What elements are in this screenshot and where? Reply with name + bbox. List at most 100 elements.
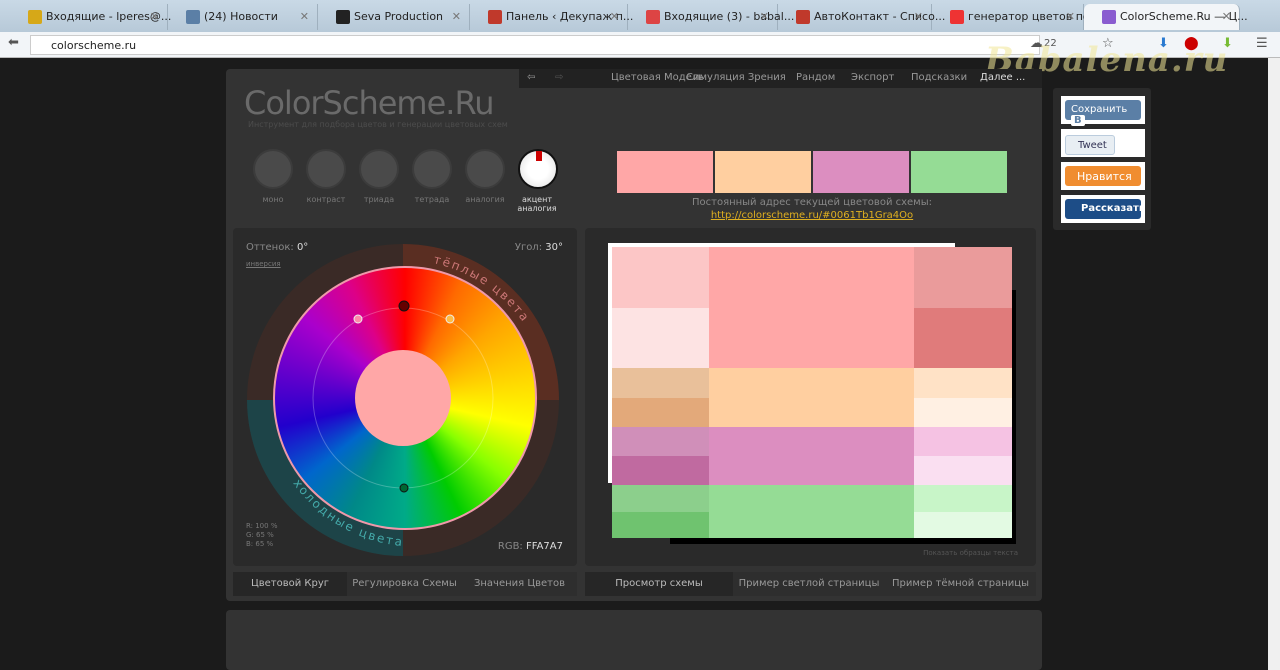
subtitle: Инструмент для подбора цветов и генераци… xyxy=(248,120,508,129)
tab-title: Seva Production xyxy=(354,10,444,23)
preview-cell xyxy=(612,456,709,485)
close-tab-icon[interactable]: ✕ xyxy=(1222,10,1231,23)
tab-scheme-adjust[interactable]: Регулировка Схемы xyxy=(347,572,462,596)
mode-label[interactable]: контраст xyxy=(296,195,356,204)
preview-cell xyxy=(612,512,709,538)
color-swatch[interactable] xyxy=(617,151,713,193)
preview-cell xyxy=(914,308,1012,368)
mode-4-icon[interactable] xyxy=(465,149,505,189)
favicon-icon xyxy=(186,10,200,24)
preview-cell xyxy=(914,456,1012,485)
url-input[interactable]: colorscheme.ru xyxy=(30,35,1040,55)
favicon-icon xyxy=(488,10,502,24)
mode-3-icon[interactable] xyxy=(412,149,452,189)
nav-export[interactable]: Экспорт xyxy=(851,72,894,83)
tab-color-wheel[interactable]: Цветовой Круг xyxy=(233,572,347,596)
color-wheel-panel: Оттенок: 0° Угол: 30° инверсия тёплые цв… xyxy=(233,228,577,566)
rgb-percent: R: 100 % G: 65 % B: 65 % xyxy=(246,522,278,548)
browser-tab[interactable]: Панель ‹ Декупаж п... ✕ xyxy=(470,4,633,30)
color-handle xyxy=(445,314,455,324)
close-tab-icon[interactable]: ✕ xyxy=(914,10,923,23)
preview-cell xyxy=(914,427,1012,456)
mode-0-icon[interactable] xyxy=(253,149,293,189)
nav-random[interactable]: Рандом xyxy=(796,72,835,83)
close-tab-icon[interactable]: ✕ xyxy=(1066,10,1075,23)
mode-5-icon[interactable] xyxy=(518,149,558,189)
tab-dark-page[interactable]: Пример тёмной страницы xyxy=(885,572,1036,596)
permalink-label: Постоянный адрес текущей цветовой схемы: xyxy=(691,197,932,208)
permalink-link[interactable]: http://colorscheme.ru/#0061Tb1Gra4Oo xyxy=(617,210,1007,221)
favicon-icon xyxy=(796,10,810,24)
mail-share-button[interactable]: Рассказать xyxy=(1061,195,1145,223)
mode-label[interactable]: аналогия xyxy=(455,195,515,204)
close-tab-icon[interactable]: ✕ xyxy=(150,10,159,23)
browser-tab[interactable]: АвтоКонтакт - Списо... ✕ xyxy=(778,4,945,30)
ok-like-button[interactable]: Нравится xyxy=(1061,162,1145,190)
browser-tab[interactable]: Seva Production ✕ xyxy=(318,4,470,30)
browser-tab[interactable]: Входящие - lperes@... ✕ xyxy=(10,4,171,30)
close-tab-icon[interactable]: ✕ xyxy=(452,10,461,23)
browser-tab-bar: Входящие - lperes@... ✕ (24) Новости ✕ Seva … xyxy=(0,0,1280,32)
preview-cell xyxy=(914,368,1012,398)
back-icon[interactable]: ⬅ xyxy=(8,35,19,50)
preview-cell xyxy=(612,485,709,512)
preview-cell xyxy=(709,427,914,485)
favicon-icon xyxy=(336,10,350,24)
tab-color-values[interactable]: Значения Цветов xyxy=(462,572,577,596)
preview-cell xyxy=(612,427,709,456)
close-tab-icon[interactable]: ✕ xyxy=(300,10,309,23)
color-handle-accent xyxy=(399,483,409,493)
nav-more[interactable]: Далее ... xyxy=(980,72,1025,83)
redo-icon[interactable]: ⇨ xyxy=(555,72,563,83)
center-color xyxy=(355,350,451,446)
show-text-samples[interactable]: Показать образцы текста xyxy=(923,549,1018,557)
close-tab-icon[interactable]: ✕ xyxy=(760,10,769,23)
tab-light-page[interactable]: Пример светлой страницы xyxy=(733,572,885,596)
tab-scheme-view[interactable]: Просмотр схемы xyxy=(585,572,733,596)
browser-tab[interactable]: (24) Новости ✕ xyxy=(168,4,318,30)
tab-title: АвтоКонтакт - Списо... xyxy=(814,10,946,23)
color-wheel[interactable]: тёплые цвета холодные цвета xyxy=(233,228,577,566)
undo-icon[interactable]: ⇦ xyxy=(527,72,535,83)
preview-cell xyxy=(709,485,914,538)
url-text: colorscheme.ru xyxy=(51,39,137,52)
permalink: Постоянный адрес текущей цветовой схемы:… xyxy=(617,197,1007,221)
mode-label[interactable]: триада xyxy=(349,195,409,204)
preview-cell xyxy=(914,512,1012,538)
preview-cell xyxy=(709,247,914,368)
favicon-icon xyxy=(1102,10,1116,24)
preview-cell xyxy=(612,308,709,368)
favicon-icon xyxy=(646,10,660,24)
color-swatch[interactable] xyxy=(813,151,909,193)
color-handle xyxy=(353,314,363,324)
close-tab-icon[interactable]: ✕ xyxy=(610,10,619,23)
preview-cell xyxy=(612,398,709,427)
mode-label[interactable]: моно xyxy=(243,195,303,204)
color-swatch[interactable] xyxy=(715,151,811,193)
nav-hints[interactable]: Подсказки xyxy=(911,72,967,83)
preview-cell xyxy=(612,247,709,308)
scrollbar[interactable] xyxy=(1268,58,1280,670)
browser-tab[interactable]: Входящие (3) - babal... ✕ xyxy=(628,4,794,30)
nav-vision-sim[interactable]: Симуляция Зрения xyxy=(686,72,786,83)
logo[interactable]: ColorScheme.Ru xyxy=(244,84,495,122)
menu-icon[interactable]: ☰ xyxy=(1256,36,1268,51)
tab-title: Входящие (3) - babal... xyxy=(664,10,795,23)
preview-cell xyxy=(612,368,709,398)
tweet-button[interactable]: Tweet531 xyxy=(1061,129,1145,173)
mode-1-icon[interactable] xyxy=(306,149,346,189)
favicon-icon xyxy=(950,10,964,24)
browser-tab[interactable]: ColorScheme.Ru — Ц... ✕ xyxy=(1084,4,1248,30)
color-handle-main xyxy=(398,300,410,312)
mode-label[interactable]: тетрада xyxy=(402,195,462,204)
rgb-readout: RGB: FFA7A7 xyxy=(497,541,563,552)
top-nav: ⇦ ⇨ Цветовая Модель Симуляция Зрения Ран… xyxy=(519,69,1042,88)
preview-cell xyxy=(914,398,1012,427)
mode-label[interactable]: акцент аналогия xyxy=(508,195,566,213)
tab-title: (24) Новости xyxy=(204,10,278,23)
color-swatch[interactable] xyxy=(911,151,1007,193)
browser-tab[interactable]: генератор цветов по... ✕ xyxy=(932,4,1100,30)
tab-title: генератор цветов по... xyxy=(968,10,1101,23)
mode-2-icon[interactable] xyxy=(359,149,399,189)
vk-save-button[interactable]: Сохранить В xyxy=(1061,96,1145,126)
